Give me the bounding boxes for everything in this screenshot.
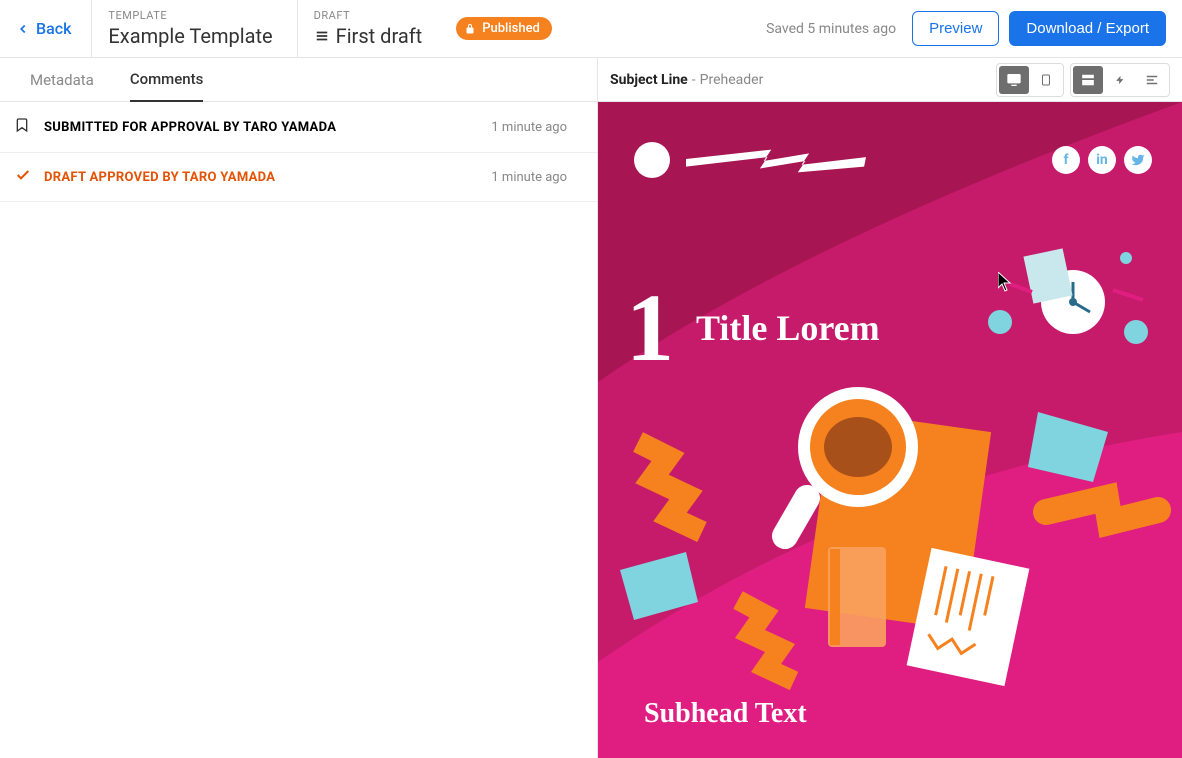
template-label: TEMPLATE: [108, 9, 272, 22]
saved-status: Saved 5 minutes ago: [766, 21, 896, 37]
email-hero-number: 1: [626, 272, 674, 383]
draft-label: DRAFT: [314, 9, 423, 22]
bookmark-icon: [14, 116, 32, 138]
preview-pane: Subject Line - Preheader: [598, 58, 1182, 758]
preview-button[interactable]: Preview: [912, 11, 999, 46]
published-label: Published: [482, 21, 540, 36]
published-badge: Published: [456, 17, 552, 40]
tab-metadata[interactable]: Metadata: [30, 58, 94, 102]
mobile-view-button[interactable]: [1031, 66, 1061, 94]
flash-mode-button[interactable]: [1105, 66, 1135, 94]
email-logo: [634, 142, 866, 178]
linkedin-icon[interactable]: in: [1088, 146, 1116, 174]
activity-row[interactable]: DRAFT APPROVED BY TARO YAMADA 1 minute a…: [0, 153, 597, 202]
align-left-icon: [1144, 73, 1160, 87]
twitter-icon[interactable]: [1124, 146, 1152, 174]
email-hero-title: Title Lorem: [696, 307, 880, 349]
facebook-icon[interactable]: f: [1052, 146, 1080, 174]
divider: [91, 0, 92, 58]
activity-text: DRAFT APPROVED BY TARO YAMADA: [44, 170, 479, 185]
tab-comments[interactable]: Comments: [130, 58, 204, 102]
lock-icon: [464, 23, 476, 35]
activity-text: SUBMITTED FOR APPROVAL BY TARO YAMADA: [44, 120, 479, 135]
draft-block[interactable]: DRAFT First draft: [314, 9, 447, 48]
social-icons: f in: [1052, 146, 1152, 174]
check-icon: [14, 167, 32, 187]
layout-mode-button[interactable]: [1073, 66, 1103, 94]
template-block[interactable]: TEMPLATE Example Template: [108, 9, 296, 48]
desktop-icon: [1005, 72, 1023, 88]
preheader-label[interactable]: Preheader: [700, 72, 764, 88]
draft-name: First draft: [336, 24, 423, 48]
download-export-button[interactable]: Download / Export: [1009, 11, 1166, 46]
email-canvas[interactable]: f in 1 Title Lorem Subhead Text: [598, 102, 1182, 758]
bolt-icon: [1115, 72, 1125, 88]
layout-icon: [1079, 73, 1097, 87]
subject-line-label[interactable]: Subject Line: [610, 72, 688, 88]
logo-dot-icon: [634, 142, 670, 178]
left-pane: Metadata Comments SUBMITTED FOR APPROVAL…: [0, 58, 598, 758]
activity-time: 1 minute ago: [491, 120, 567, 135]
back-label: Back: [36, 19, 71, 38]
email-hero-graphic: [598, 102, 1182, 758]
mode-toggle-group: [1070, 63, 1170, 97]
subject-separator: -: [692, 72, 696, 88]
divider: [297, 0, 298, 58]
email-subhead: Subhead Text: [644, 698, 807, 730]
mobile-icon: [1040, 71, 1052, 89]
activity-row[interactable]: SUBMITTED FOR APPROVAL BY TARO YAMADA 1 …: [0, 102, 597, 153]
back-button[interactable]: Back: [16, 19, 91, 38]
device-toggle-group: [996, 63, 1064, 97]
list-icon: [314, 29, 330, 43]
text-mode-button[interactable]: [1137, 66, 1167, 94]
desktop-view-button[interactable]: [999, 66, 1029, 94]
chevron-left-icon: [16, 22, 30, 36]
cursor-icon: [998, 272, 1012, 292]
activity-time: 1 minute ago: [491, 170, 567, 185]
logo-swoosh-icon: [686, 145, 866, 175]
template-name: Example Template: [108, 24, 272, 48]
